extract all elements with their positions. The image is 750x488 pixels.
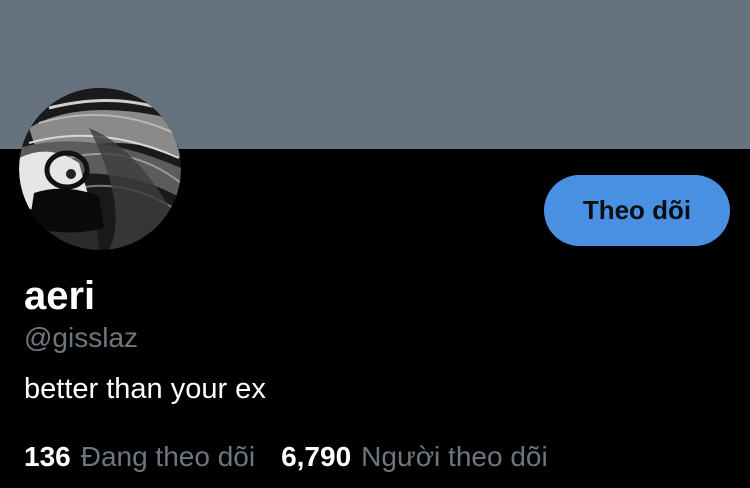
followers-count: 6,790: [281, 441, 352, 472]
following-link[interactable]: 136 Đang theo dõi: [24, 440, 255, 474]
following-count: 136: [24, 441, 71, 472]
profile-bio: better than your ex: [24, 373, 266, 405]
followers-label: Người theo dõi: [361, 441, 548, 472]
follow-stats: 136 Đang theo dõi 6,790 Người theo dõi: [24, 440, 548, 474]
follow-button[interactable]: Theo dõi: [544, 175, 730, 246]
followers-link[interactable]: 6,790 Người theo dõi: [281, 440, 548, 474]
following-label: Đang theo dõi: [80, 441, 256, 472]
display-name: aeri: [24, 274, 96, 318]
avatar-photo: [19, 88, 181, 250]
username-handle: @gisslaz: [24, 322, 139, 353]
avatar[interactable]: [19, 88, 181, 250]
